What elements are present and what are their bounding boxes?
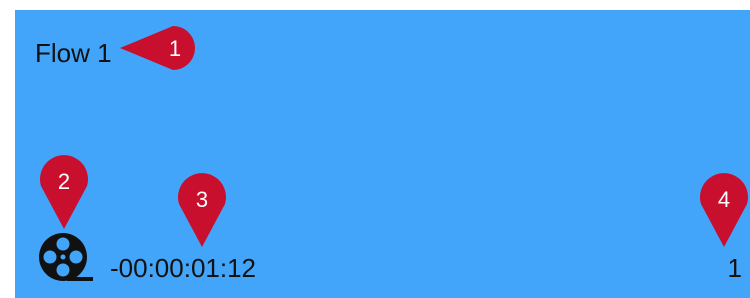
flow-title: Flow 1 — [35, 38, 112, 68]
flow-count: 1 — [727, 253, 742, 283]
timecode-display: -00:00:01:12 — [110, 253, 257, 283]
callout-number: 4 — [718, 187, 730, 212]
callout-number: 2 — [58, 169, 70, 194]
film-reel-icon[interactable] — [37, 231, 95, 283]
callout-marker-2: 2 — [38, 155, 90, 231]
callout-marker-1: 1 — [118, 24, 213, 72]
callout-number: 3 — [196, 187, 208, 212]
callout-marker-4: 4 — [698, 173, 750, 249]
callout-marker-3: 3 — [176, 173, 228, 249]
callout-number: 1 — [169, 36, 181, 61]
